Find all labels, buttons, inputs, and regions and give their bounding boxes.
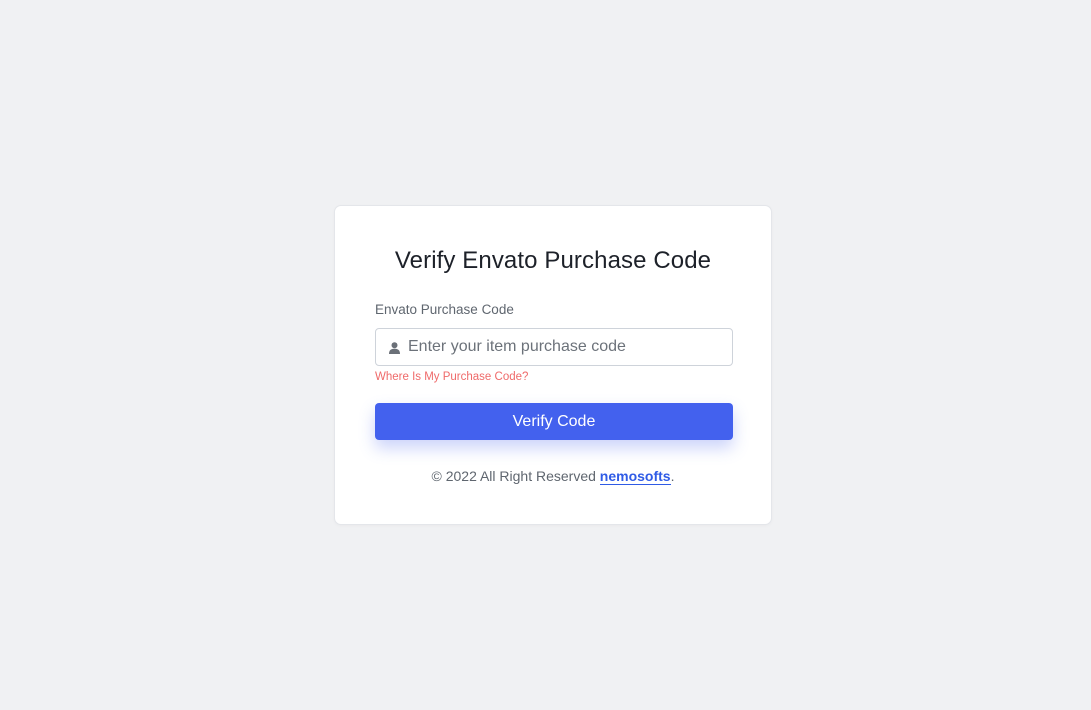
where-is-purchase-code-link[interactable]: Where Is My Purchase Code? [375, 370, 528, 384]
verify-code-button[interactable]: Verify Code [375, 403, 733, 440]
purchase-code-input[interactable] [408, 329, 726, 365]
footer-copyright: © 2022 All Right Reserved nemosofts. [335, 467, 771, 485]
verify-card: Verify Envato Purchase Code Envato Purch… [334, 205, 772, 525]
page-title: Verify Envato Purchase Code [394, 247, 712, 274]
footer-suffix: . [670, 468, 675, 484]
purchase-code-field[interactable] [375, 328, 733, 366]
user-icon [389, 341, 400, 354]
purchase-code-label: Envato Purchase Code [375, 302, 514, 317]
nemosofts-link[interactable]: nemosofts [599, 468, 671, 485]
copyright-text: © 2022 All Right Reserved [431, 468, 600, 484]
